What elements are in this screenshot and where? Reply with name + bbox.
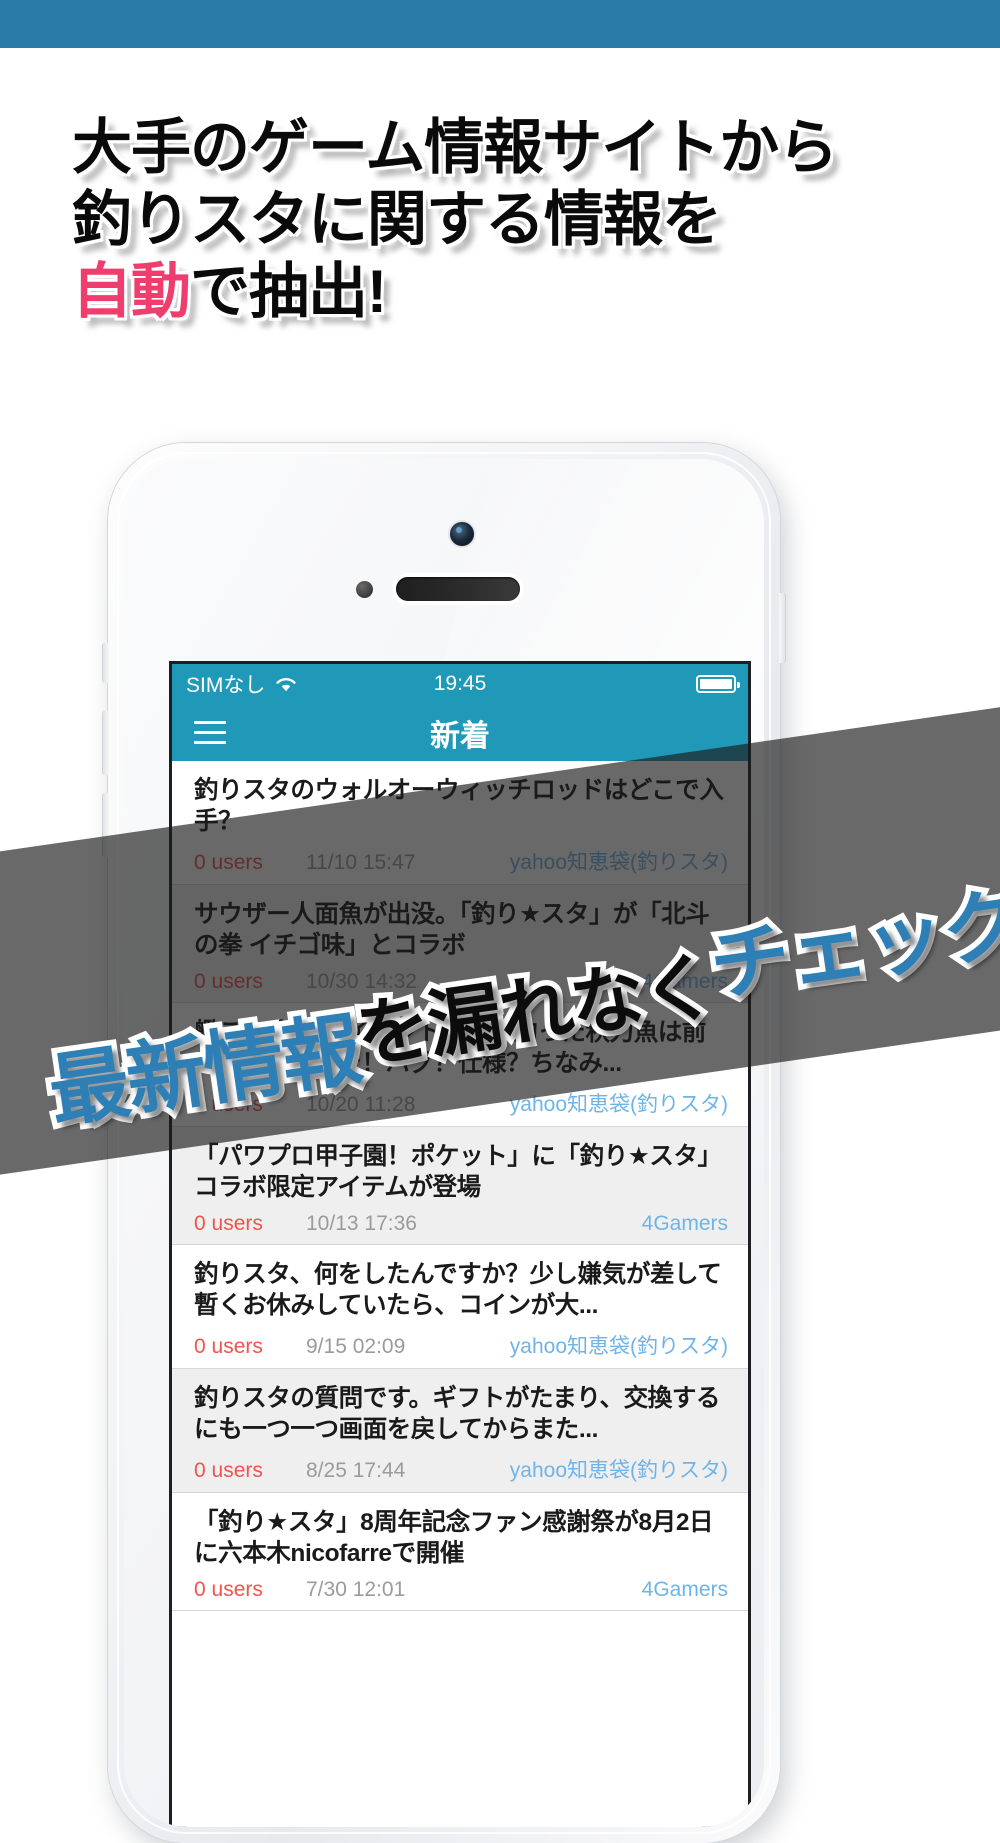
list-item[interactable]: 艦これ 秋刀魚イベント。私が釣った秋刀魚は前歯が出てました！バグ？仕様？ちなみ.… <box>172 1003 748 1127</box>
users-count: 0 users <box>194 1578 263 1601</box>
list-item-title: 「釣り★スタ」8周年記念ファン感謝祭が8月2日に六本木nicofarreで開催 <box>194 1509 714 1567</box>
power-button <box>779 593 785 663</box>
list-item[interactable]: 「釣り★スタ」8周年記念ファン感謝祭が8月2日に六本木nicofarreで開催 … <box>172 1493 748 1611</box>
users-count: 0 users <box>194 1335 263 1358</box>
news-list[interactable]: 釣りスタのウォルオーウィッチロッドはどこで入手？ 0 users 11/10 1… <box>172 761 748 1611</box>
silent-switch <box>103 643 109 683</box>
front-camera-icon <box>450 522 474 546</box>
list-item[interactable]: サウザー人面魚が出没。「釣り★スタ」が「北斗の拳 イチゴ味」とコラボ 0 use… <box>172 885 748 1003</box>
headline-line-2: 釣りスタに関する情報を <box>72 186 722 253</box>
headline-line-3: 自動で抽出! <box>72 256 932 328</box>
item-date: 8/25 17:44 <box>306 1459 406 1482</box>
list-item-meta: 0 users 10/30 14:32 4Gamers <box>194 970 728 994</box>
list-item-title: 釣りスタの質問です。ギフトがたまり、交換するにも一つ一つ画面を戻してからまた..… <box>194 1385 721 1443</box>
item-date: 9/15 02:09 <box>306 1335 406 1358</box>
users-count: 0 users <box>194 851 263 874</box>
item-date: 7/30 12:01 <box>306 1578 406 1601</box>
users-count: 0 users <box>194 1093 263 1116</box>
phone-mockup: SIMなし 19:45 新着 釣りスタのウォルオーウィッチロッドはどこで入手？ … <box>103 443 785 1843</box>
item-source[interactable]: yahoo知恵袋(釣りスタ) <box>510 1330 728 1360</box>
list-item-title: 「パワプロ甲子園！ポケット」に「釣り★スタ」コラボ限定アイテムが登場 <box>194 1143 722 1201</box>
item-source[interactable]: yahoo知恵袋(釣りスタ) <box>510 1088 728 1118</box>
top-banner-strip <box>0 0 1000 48</box>
headline-line-1: 大手のゲーム情報サイトから <box>72 114 838 181</box>
nav-title: 新着 <box>430 719 490 753</box>
app-nav-bar: 新着 <box>172 704 748 761</box>
item-source[interactable]: 4Gamers <box>642 1212 728 1236</box>
list-item[interactable]: 釣りスタ、何をしたんですか？少し嫌気が差して暫くお休みしていたら、コインが大..… <box>172 1245 748 1369</box>
volume-up-button <box>103 711 109 775</box>
item-date: 10/20 11:28 <box>306 1093 416 1116</box>
list-item-meta: 0 users 9/15 02:09 yahoo知恵袋(釣りスタ) <box>194 1330 728 1360</box>
headline-highlight: 自動 <box>72 258 191 325</box>
phone-screen: SIMなし 19:45 新着 釣りスタのウォルオーウィッチロッドはどこで入手？ … <box>172 664 748 1827</box>
headline-line-3-rest: で抽出! <box>190 258 387 325</box>
proximity-sensor-icon <box>356 581 373 598</box>
list-item[interactable]: 「パワプロ甲子園！ポケット」に「釣り★スタ」コラボ限定アイテムが登場 0 use… <box>172 1127 748 1245</box>
item-source[interactable]: 4Gamers <box>642 970 728 994</box>
users-count: 0 users <box>194 970 263 993</box>
list-item-meta: 0 users 11/10 15:47 yahoo知恵袋(釣りスタ) <box>194 846 728 876</box>
page-title: 大手のゲーム情報サイトから 釣りスタに関する情報を 自動で抽出! <box>72 112 932 328</box>
list-item-meta: 0 users 10/20 11:28 yahoo知恵袋(釣りスタ) <box>194 1088 728 1118</box>
list-item-meta: 0 users 8/25 17:44 yahoo知恵袋(釣りスタ) <box>194 1454 728 1484</box>
list-item-title: サウザー人面魚が出没。「釣り★スタ」が「北斗の拳 イチゴ味」とコラボ <box>194 901 710 959</box>
item-date: 10/30 14:32 <box>306 970 417 993</box>
list-item-title: 艦これ 秋刀魚イベント。私が釣った秋刀魚は前歯が出てました！バグ？仕様？ちなみ.… <box>194 1019 707 1077</box>
users-count: 0 users <box>194 1459 263 1482</box>
list-item-title: 釣りスタのウォルオーウィッチロッドはどこで入手？ <box>194 777 724 835</box>
list-item-meta: 0 users 7/30 12:01 4Gamers <box>194 1578 728 1602</box>
phone-face: SIMなし 19:45 新着 釣りスタのウォルオーウィッチロッドはどこで入手？ … <box>124 459 764 1827</box>
item-date: 11/10 15:47 <box>306 851 416 874</box>
users-count: 0 users <box>194 1212 263 1235</box>
list-item[interactable]: 釣りスタの質問です。ギフトがたまり、交換するにも一つ一つ画面を戻してからまた..… <box>172 1369 748 1493</box>
item-date: 10/13 17:36 <box>306 1212 417 1235</box>
list-item-meta: 0 users 10/13 17:36 4Gamers <box>194 1212 728 1236</box>
status-bar-time: 19:45 <box>433 672 487 695</box>
item-source[interactable]: yahoo知恵袋(釣りスタ) <box>510 1454 728 1484</box>
item-source[interactable]: yahoo知恵袋(釣りスタ) <box>510 846 728 876</box>
volume-down-button <box>103 793 109 857</box>
item-source[interactable]: 4Gamers <box>642 1578 728 1602</box>
list-item-title: 釣りスタ、何をしたんですか？少し嫌気が差して暫くお休みしていたら、コインが大..… <box>194 1261 722 1319</box>
earpiece-speaker <box>396 577 520 601</box>
battery-icon <box>696 675 740 693</box>
list-item[interactable]: 釣りスタのウォルオーウィッチロッドはどこで入手？ 0 users 11/10 1… <box>172 761 748 885</box>
status-bar: SIMなし 19:45 <box>172 664 748 704</box>
